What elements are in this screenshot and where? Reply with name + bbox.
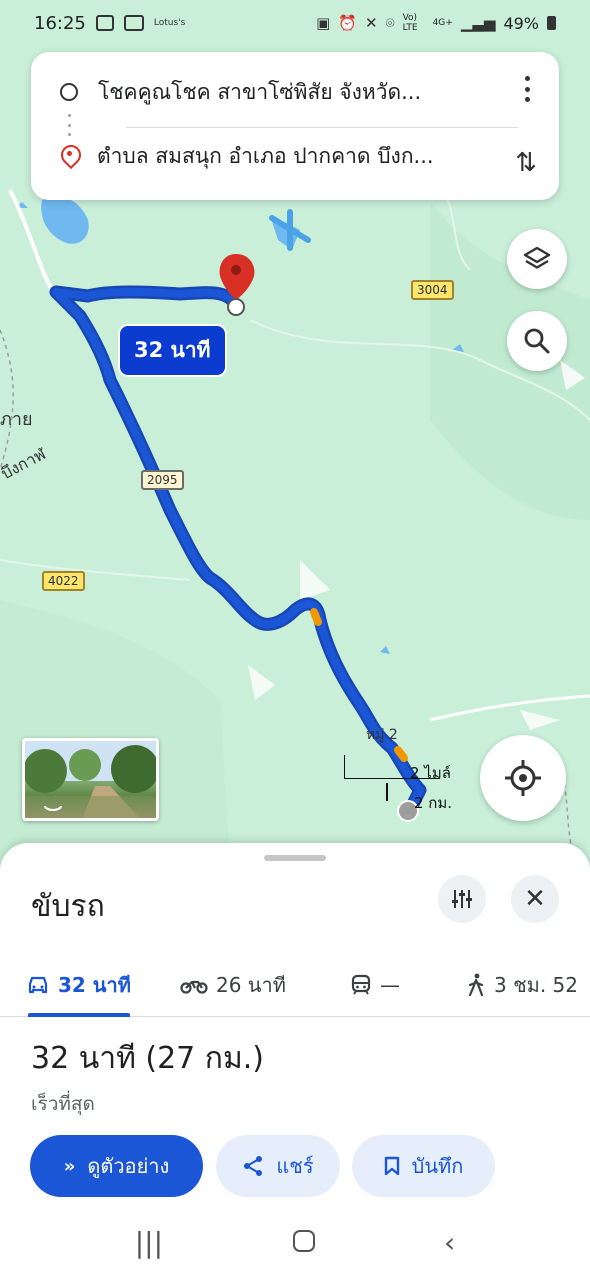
scale-miles: 2 ไมล์ [410, 764, 451, 782]
transit-icon [351, 974, 371, 995]
layers-icon [523, 246, 551, 269]
battery-percent: 49% [503, 13, 539, 33]
tab-motorcycle-label: 26 นาที [216, 973, 286, 997]
tab-walk-label: 3 ชม. 52 [494, 973, 579, 997]
swap-directions-icon[interactable]: ⇅ [515, 148, 537, 178]
nfc-icon: ▣ [316, 14, 331, 32]
origin-row[interactable]: โชคคูณโชค สาขาโซ่พิสัย จังหวัด... [31, 62, 559, 122]
place-label-partial: ภาย [0, 409, 33, 430]
alarm-icon: ⏰ [338, 14, 357, 32]
share-label: แชร์ [276, 1154, 314, 1178]
close-icon: ✕ [524, 884, 546, 914]
app-notification-icon [123, 15, 144, 31]
mute-icon: ✕ [364, 14, 378, 32]
travel-mode-tabs: 32 นาที 26 นาที — 3 ชม. 52 [0, 953, 590, 1017]
road-shield-4022: 4022 [42, 571, 85, 591]
status-time: 16:25 [34, 12, 86, 34]
search-icon [524, 328, 550, 354]
car-icon [28, 976, 48, 994]
preview-button[interactable]: » ดูตัวอย่าง [30, 1135, 203, 1197]
share-button[interactable]: แชร์ [216, 1135, 340, 1197]
street-view-thumbnail[interactable] [22, 738, 159, 821]
route-summary-time: 32 นาที (27 กม.) [31, 1041, 264, 1076]
road-shield-3004: 3004 [411, 280, 454, 300]
sliders-icon [452, 890, 472, 908]
battery-icon [547, 16, 556, 30]
network-type: 4G+ [432, 18, 453, 28]
destination-field[interactable]: ตำบล สมสนุก อำเภอ ปากคาด บึงก... [97, 140, 487, 173]
route-summary-note: เร็วที่สุด [31, 1093, 95, 1115]
tab-motorcycle[interactable]: 26 นาที [180, 953, 286, 1017]
directions-search-card: โชคคูณโชค สาขาโซ่พิสัย จังหวัด... ตำบล ส… [31, 52, 559, 200]
destination-row[interactable]: ตำบล สมสนุก อำเภอ ปากคาด บึงก... [31, 126, 559, 186]
home-icon[interactable] [292, 1226, 315, 1259]
close-button[interactable]: ✕ [511, 875, 559, 923]
sheet-drag-handle[interactable] [264, 855, 326, 861]
crosshair-location-icon [505, 760, 541, 796]
tab-transit-label: — [380, 973, 400, 997]
place-label-moo2: หมู่ 2 [366, 727, 398, 743]
walk-icon [468, 973, 484, 997]
layers-button[interactable] [507, 229, 567, 289]
my-location-button[interactable] [480, 735, 566, 821]
back-icon[interactable]: ‹ [444, 1226, 455, 1259]
recents-icon[interactable]: ||| [135, 1226, 163, 1259]
tab-walk[interactable]: 3 ชม. 52 [466, 953, 578, 1017]
save-button[interactable]: บันทึก [352, 1135, 495, 1197]
location-icon: ⌾ [385, 14, 395, 32]
scale-km: 2 กม. [414, 794, 453, 812]
destination-pin-outline-icon [59, 145, 79, 167]
system-nav-bar: ||| ‹ [0, 1205, 590, 1280]
volte-indicator: Vo) LTE [402, 13, 418, 33]
more-options-icon[interactable] [523, 76, 531, 102]
travel-mode-title: ขับรถ [31, 889, 105, 924]
road-shield-2095: 2095 [141, 470, 184, 490]
preview-label: ดูตัวอย่าง [87, 1154, 170, 1178]
route-duration-bubble[interactable]: 32 นาที [118, 324, 227, 377]
share-icon [244, 1156, 263, 1176]
gallery-notification-icon [95, 15, 114, 31]
origin-circle-icon [60, 83, 78, 101]
tab-drive[interactable]: 32 นาที [26, 953, 131, 1017]
tab-drive-label: 32 นาที [58, 973, 131, 997]
bookmark-icon [384, 1156, 399, 1176]
tab-transit[interactable]: — [350, 953, 400, 1017]
signal-icon: ▁▃▅ [460, 14, 496, 32]
save-label: บันทึก [411, 1154, 464, 1178]
origin-field[interactable]: โชคคูณโชค สาขาโซ่พิสัย จังหวัด... [98, 76, 488, 109]
route-options-button[interactable] [438, 875, 486, 923]
motorcycle-icon [180, 980, 208, 994]
active-tab-indicator [28, 1013, 130, 1017]
search-along-route-button[interactable] [507, 311, 567, 371]
double-chevron-right-icon: » [63, 1155, 76, 1177]
status-bar: 16:25 Lotus's ▣ ⏰ ✕ ⌾ Vo) LTE 4G+ ▁▃▅ 49… [0, 0, 590, 46]
lotus-notification: Lotus's [153, 18, 186, 28]
